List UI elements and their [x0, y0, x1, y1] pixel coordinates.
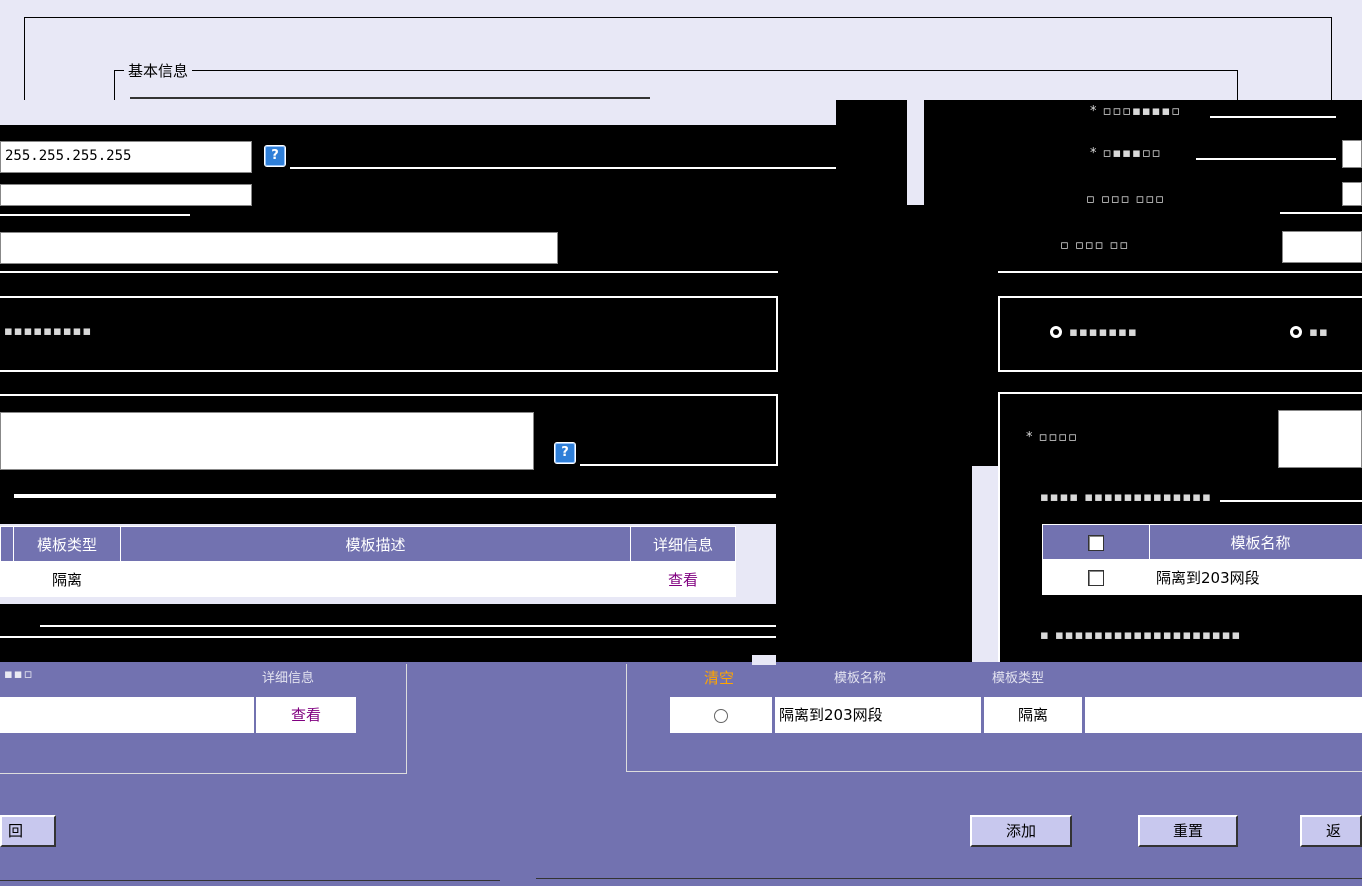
left-lav-stub	[752, 655, 776, 665]
table-row: 隔离到203网段	[1042, 559, 1362, 595]
right-label-6: ▪▪▪▪ ▪▪▪▪▪▪▪▪▪▪▪▪▪	[1040, 490, 1212, 505]
radio-label-left: ▪▪▪▪▪▪▪▪▪	[4, 324, 93, 339]
right-lav-bar	[907, 100, 924, 205]
bottom-panel	[0, 662, 1362, 886]
fieldset-line	[114, 70, 1238, 71]
line-6	[40, 625, 776, 627]
row-type: 隔离	[13, 561, 121, 597]
right-line-2	[1196, 158, 1336, 160]
line-1	[290, 167, 836, 169]
row-radio[interactable]	[714, 708, 728, 723]
col-template-name: 模板名称	[1149, 524, 1362, 560]
line-5	[14, 494, 776, 498]
lower-row-type: 隔离	[984, 697, 1082, 733]
fieldset-line-right	[1237, 70, 1238, 100]
col-template-desc: 模板描述	[120, 526, 631, 562]
row-checkbox[interactable]	[1088, 569, 1104, 586]
lower-left-col-blur: ▪▪▫	[4, 667, 34, 682]
clear-link[interactable]: 清空	[704, 667, 734, 688]
right-label-5: * ▫▫▫▫	[1026, 430, 1078, 445]
line-7	[0, 636, 776, 638]
lower-left-cell-bg	[0, 697, 254, 733]
bottom-line-left	[0, 880, 500, 881]
outer-frame	[24, 17, 1332, 108]
lower-row-radio-cell	[670, 697, 772, 733]
line-3	[0, 271, 778, 273]
text-input-3[interactable]	[0, 232, 558, 264]
view-link-2[interactable]: 查看	[256, 697, 356, 733]
right-input-2[interactable]	[1342, 182, 1362, 206]
right-label-2: * ▫▪▪▪▫▫	[1090, 146, 1162, 161]
back-button-right[interactable]: 返	[1300, 815, 1362, 847]
left-template-table: 模板类型 模板描述 详细信息 隔离 查看	[0, 526, 736, 597]
right-line-5	[1220, 500, 1362, 502]
ip-input[interactable]: 255.255.255.255	[0, 141, 252, 173]
select-all-checkbox[interactable]	[1088, 534, 1104, 551]
lower-left-hline	[0, 773, 407, 774]
row-desc	[120, 561, 631, 597]
textarea-left[interactable]	[0, 412, 534, 470]
right-label-1: * ▫▫▫▪▪▪▪▫	[1090, 104, 1182, 119]
view-link[interactable]: 查看	[630, 561, 736, 597]
col-template-type: 模板类型	[13, 526, 121, 562]
right-template-table: 模板名称 隔离到203网段	[1042, 524, 1362, 595]
lower-row-desc	[1085, 697, 1362, 733]
lower-col-type: 模板类型	[992, 671, 1045, 686]
lower-col-name: 模板名称	[834, 671, 887, 686]
radio-group-box-left	[0, 296, 778, 372]
table-row: 隔离 查看	[0, 561, 736, 597]
radio-option-1[interactable]: ▪▪▪▪▪▪▪	[1048, 322, 1138, 340]
lower-left-header-detail: 详细信息	[262, 671, 315, 686]
radio-option-2[interactable]: ▪▪	[1288, 322, 1329, 340]
lower-right-vline	[626, 664, 627, 772]
lower-right-hline	[626, 771, 1362, 772]
right-line-4	[998, 271, 1362, 273]
line-4	[580, 464, 776, 466]
line-2	[0, 214, 190, 216]
top-faint-line	[130, 97, 650, 99]
left-lav-bar	[0, 100, 836, 125]
back-button-left[interactable]: 回	[0, 815, 56, 847]
right-label-3: ▫ ▫▫▫ ▫▫▫	[1086, 192, 1165, 207]
add-button[interactable]: 添加	[970, 815, 1072, 847]
right-line-1	[1210, 116, 1336, 118]
right-vertical-bar	[972, 466, 998, 664]
right-textarea[interactable]	[1278, 410, 1362, 468]
right-line-3	[1280, 212, 1362, 214]
bottom-line-right	[536, 878, 1362, 879]
right-input-3[interactable]	[1282, 231, 1362, 263]
col-detail: 详细信息	[630, 526, 736, 562]
help-icon-2[interactable]: ?	[554, 442, 576, 464]
right-label-7: ▪ ▪▪▪▪▪▪▪▪▪▪▪▪▪▪▪▪▪▪▪	[1040, 628, 1242, 643]
right-label-4: ▫ ▫▫▫ ▫▫	[1060, 238, 1130, 253]
text-input-2[interactable]	[0, 184, 252, 206]
reset-button[interactable]: 重置	[1138, 815, 1238, 847]
right-input-1[interactable]	[1342, 140, 1362, 168]
fieldset-legend: 基本信息	[124, 60, 193, 81]
fieldset-line-left	[114, 70, 115, 100]
radio-icon[interactable]	[1288, 323, 1304, 340]
lower-left-vline	[406, 664, 407, 774]
lower-row-name: 隔离到203网段	[775, 697, 981, 733]
row-name: 隔离到203网段	[1149, 559, 1362, 595]
radio-selected-icon[interactable]	[1048, 323, 1064, 340]
help-icon[interactable]: ?	[264, 145, 286, 167]
